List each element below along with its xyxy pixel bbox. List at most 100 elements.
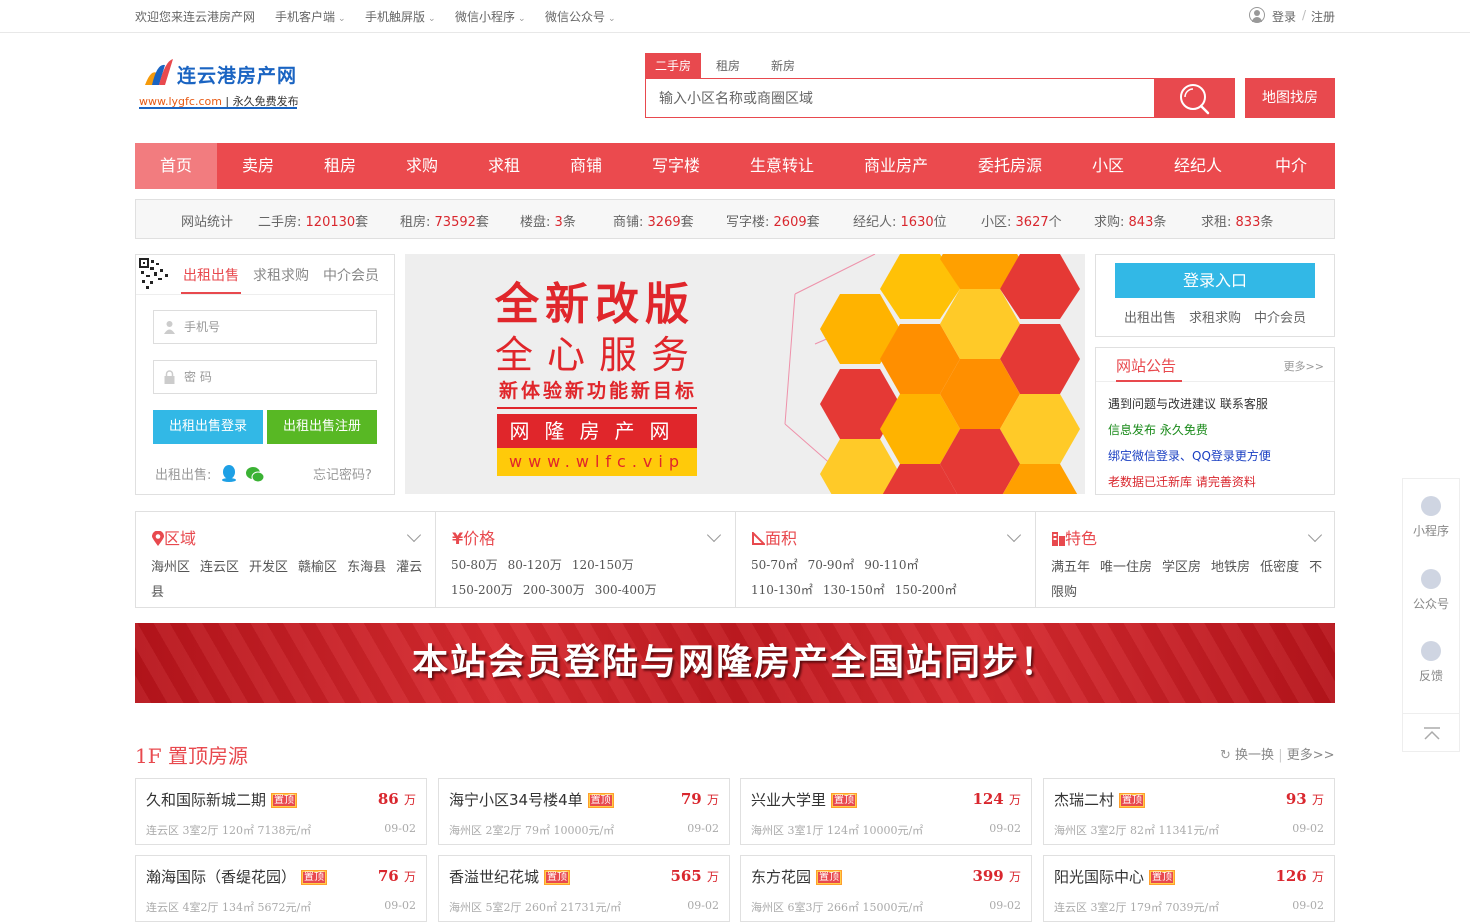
refresh-link[interactable]: 换一换 (1235, 748, 1274, 763)
filter-option[interactable]: 低密度 (1260, 560, 1299, 575)
nav-entrust[interactable]: 委托房源 (953, 143, 1067, 189)
chevron-down-icon[interactable] (706, 527, 722, 543)
filter-option[interactable]: 200-300万 (523, 583, 585, 597)
stat-item[interactable]: 小区: 3627个 (981, 211, 1062, 230)
filter-option[interactable]: 110-130㎡ (751, 583, 813, 597)
nav-agency[interactable]: 中介 (1247, 143, 1335, 189)
forgot-password-link[interactable]: 忘记密码? (313, 464, 372, 483)
filter-option[interactable]: 不 (1309, 560, 1322, 575)
phone-field[interactable]: 手机号 (153, 310, 377, 344)
filter-option[interactable]: 地铁房 (1211, 560, 1250, 575)
stat-item[interactable]: 二手房: 120130套 (258, 211, 368, 230)
wechat-miniprogram-link[interactable]: 微信小程序 ⌄ (455, 8, 526, 25)
nav-commercial[interactable]: 商业房产 (839, 143, 953, 189)
filter-option[interactable]: 海州区 (151, 560, 190, 575)
filter-option[interactable]: 50-80万 (451, 558, 498, 572)
filter-option[interactable]: 限购 (1051, 585, 1077, 600)
chevron-down-icon[interactable] (1307, 527, 1323, 543)
filter-option[interactable]: 150-200㎡ (895, 583, 957, 597)
filter-option[interactable]: 80-120万 (508, 558, 562, 572)
filter-area-title[interactable]: 面积 (752, 525, 797, 549)
nav-agents[interactable]: 经纪人 (1149, 143, 1247, 189)
stat-item[interactable]: 租房: 73592套 (400, 211, 489, 230)
search-tab-rent[interactable]: 租房 (706, 53, 750, 79)
side-miniprogram[interactable]: 小程序 (1403, 496, 1459, 539)
refresh-icon[interactable]: ↻ (1220, 748, 1231, 763)
wechat-icon[interactable] (245, 466, 265, 483)
wechat-official-link[interactable]: 微信公众号 ⌄ (545, 8, 616, 25)
stat-item[interactable]: 商铺: 3269套 (613, 211, 694, 230)
register-link[interactable]: 注册 (1311, 8, 1335, 25)
search-input[interactable] (646, 79, 1154, 117)
listing-card[interactable]: 阳光国际中心 置顶 126 万 连云区 3室2厅 179㎡ 7039元/㎡ 09-… (1043, 855, 1335, 922)
stat-item[interactable]: 求购: 843条 (1094, 211, 1166, 230)
listing-card[interactable]: 海宁小区34号楼4单 置顶 79 万 海州区 2室2厅 79㎡ 10000元/㎡ … (438, 778, 730, 845)
filter-option[interactable]: 120-150万 (572, 558, 634, 572)
qq-icon[interactable] (220, 464, 238, 482)
filter-option[interactable]: 学区房 (1162, 560, 1201, 575)
entry-link-agent[interactable]: 中介会员 (1254, 307, 1306, 326)
filter-feature-title[interactable]: 特色 (1052, 525, 1097, 549)
login-link[interactable]: 登录 (1272, 8, 1296, 25)
listing-card[interactable]: 瀚海国际（香缇花园） 置顶 76 万 连云区 4室2厅 134㎡ 5672元/㎡ … (135, 855, 427, 922)
nav-rent[interactable]: 租房 (299, 143, 381, 189)
filter-option[interactable]: 东海县 (347, 560, 386, 575)
nav-want-buy[interactable]: 求购 (381, 143, 463, 189)
notice-item[interactable]: 信息发布 永久免费 (1108, 421, 1208, 438)
listing-card[interactable]: 兴业大学里 置顶 124 万 海州区 3室1厅 124㎡ 10000元/㎡ 09-… (740, 778, 1032, 845)
filter-price-title[interactable]: ¥价格 (452, 525, 495, 549)
entry-link-owner[interactable]: 出租出售 (1124, 307, 1176, 326)
listing-card[interactable]: 香溢世纪花城 置顶 565 万 海州区 5室2厅 260㎡ 21731元/㎡ 09… (438, 855, 730, 922)
nav-business-transfer[interactable]: 生意转让 (725, 143, 839, 189)
filter-option[interactable]: 满五年 (1051, 560, 1090, 575)
login-tab-owner[interactable]: 出租出售 (183, 265, 239, 285)
back-to-top-icon[interactable] (1423, 727, 1441, 741)
nav-shops[interactable]: 商铺 (545, 143, 627, 189)
password-field[interactable]: 密 码 (153, 360, 377, 394)
login-tab-seeker[interactable]: 求租求购 (253, 265, 309, 285)
filter-option[interactable]: 唯一住房 (1100, 560, 1152, 575)
search-tab-second-hand[interactable]: 二手房 (645, 53, 702, 79)
notice-more-link[interactable]: 更多>> (1284, 358, 1324, 374)
chevron-down-icon[interactable] (406, 527, 422, 543)
map-search-button[interactable]: 地图找房 (1245, 78, 1335, 118)
stat-item[interactable]: 楼盘: 3条 (520, 211, 576, 230)
filter-option[interactable]: 130-150㎡ (823, 583, 885, 597)
filter-option[interactable]: 连云区 (200, 560, 239, 575)
section-more-link[interactable]: 更多>> (1287, 748, 1335, 763)
nav-offices[interactable]: 写字楼 (627, 143, 725, 189)
mobile-app-link[interactable]: 手机客户端 ⌄ (275, 8, 346, 25)
listing-card[interactable]: 杰瑞二村 置顶 93 万 海州区 3室2厅 82㎡ 11341元/㎡ 09-02 (1043, 778, 1335, 845)
search-tab-new-house[interactable]: 新房 (761, 53, 805, 79)
side-official-account[interactable]: 公众号 (1403, 569, 1459, 612)
site-logo[interactable]: 连云港房产网 www.lygfc.com | 永久免费发布 (139, 57, 299, 111)
qr-code-icon[interactable] (138, 257, 174, 291)
notice-item[interactable]: 遇到问题与改进建议 联系客服 (1108, 395, 1268, 412)
login-tab-agent[interactable]: 中介会员 (323, 265, 379, 285)
notice-item[interactable]: 绑定微信登录、QQ登录更方便 (1108, 447, 1271, 464)
stat-item[interactable]: 写字楼: 2609套 (726, 211, 820, 230)
nav-community[interactable]: 小区 (1067, 143, 1149, 189)
filter-option[interactable]: 灌云 (396, 560, 422, 575)
filter-region-title[interactable]: 区域 (152, 525, 196, 549)
filter-option[interactable]: 150-200万 (451, 583, 513, 597)
hero-banner[interactable]: 全新改版 全心服务 新体验新功能新目标 网隆房产网 www.wlfc.vip (405, 254, 1085, 494)
listing-card[interactable]: 东方花园 置顶 399 万 海州区 6室3厅 266㎡ 15000元/㎡ 09-0… (740, 855, 1032, 922)
filter-option[interactable]: 90-110㎡ (864, 558, 918, 572)
filter-option[interactable]: 50-70㎡ (751, 558, 798, 572)
search-button[interactable] (1154, 78, 1235, 118)
nav-home[interactable]: 首页 (135, 143, 217, 189)
mobile-touch-link[interactable]: 手机触屏版 ⌄ (365, 8, 436, 25)
filter-option[interactable]: 县 (151, 585, 164, 600)
owner-register-button[interactable]: 出租出售注册 (267, 410, 377, 444)
stat-item[interactable]: 经纪人: 1630位 (853, 211, 947, 230)
stat-item[interactable]: 求租: 833条 (1201, 211, 1273, 230)
side-feedback[interactable]: 反馈 (1403, 641, 1459, 684)
promo-banner[interactable]: 本站会员登陆与网隆房产全国站同步！ (135, 623, 1335, 703)
entry-link-seeker[interactable]: 求租求购 (1189, 307, 1241, 326)
filter-option[interactable]: 70-90㎡ (808, 558, 855, 572)
filter-option[interactable]: 开发区 (249, 560, 288, 575)
listing-card[interactable]: 久和国际新城二期 置顶 86 万 连云区 3室2厅 120㎡ 7138元/㎡ 09… (135, 778, 427, 845)
login-entry-button[interactable]: 登录入口 (1115, 263, 1315, 298)
chevron-down-icon[interactable] (1006, 527, 1022, 543)
